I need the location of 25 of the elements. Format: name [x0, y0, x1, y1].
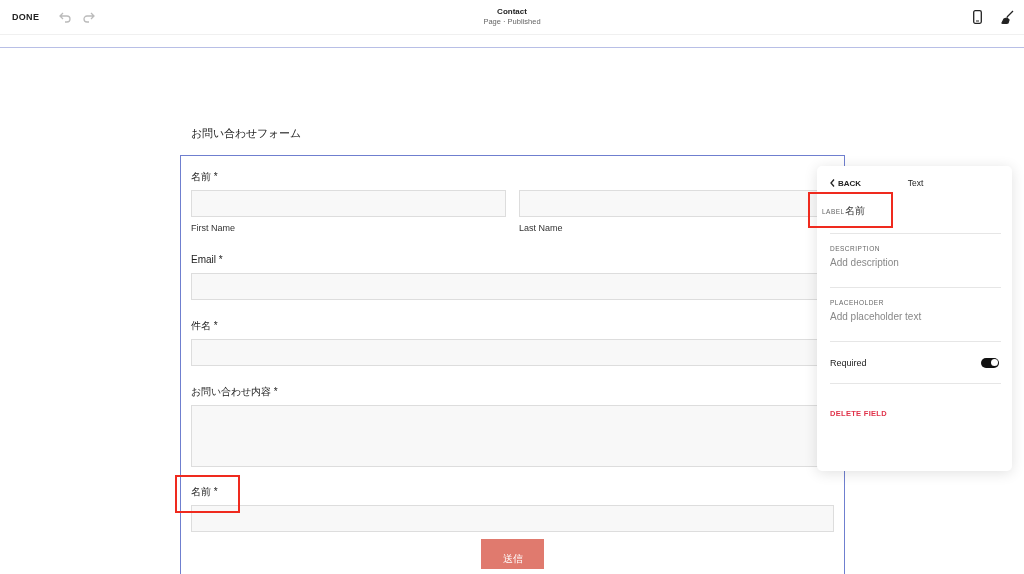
input-field[interactable]: [191, 505, 834, 532]
field-label: 名前 *: [177, 477, 238, 511]
input-field[interactable]: [191, 190, 506, 217]
sub-label: First Name: [191, 223, 236, 233]
field-placeholder[interactable]: Add placeholder text: [830, 311, 922, 322]
back-button[interactable]: BACK: [830, 178, 862, 188]
submit-button[interactable]: 送信: [481, 539, 544, 569]
field-label: お問い合わせ内容 *: [191, 385, 278, 399]
undo-icon[interactable]: [59, 11, 73, 23]
form-heading: お問い合わせフォーム: [191, 127, 302, 141]
chevron-left-icon: [830, 179, 835, 187]
field-placeholder[interactable]: Add description: [830, 257, 899, 268]
redo-icon[interactable]: [82, 11, 96, 23]
field-label: 件名 *: [191, 319, 218, 333]
panel-title: Text: [907, 178, 924, 188]
mobile-phone-icon[interactable]: [973, 10, 982, 24]
page-title: Contact: [497, 7, 527, 16]
toggle-switch[interactable]: [981, 357, 999, 368]
done-button[interactable]: DONE: [10, 10, 42, 24]
field-label: Email *: [191, 254, 223, 265]
toggle-label: Required: [830, 357, 867, 368]
sub-label: Last Name: [519, 223, 564, 233]
field-label: 名前 *: [191, 170, 218, 184]
paintbrush-icon[interactable]: [1000, 10, 1014, 24]
field-value[interactable]: 名前: [844, 205, 865, 216]
